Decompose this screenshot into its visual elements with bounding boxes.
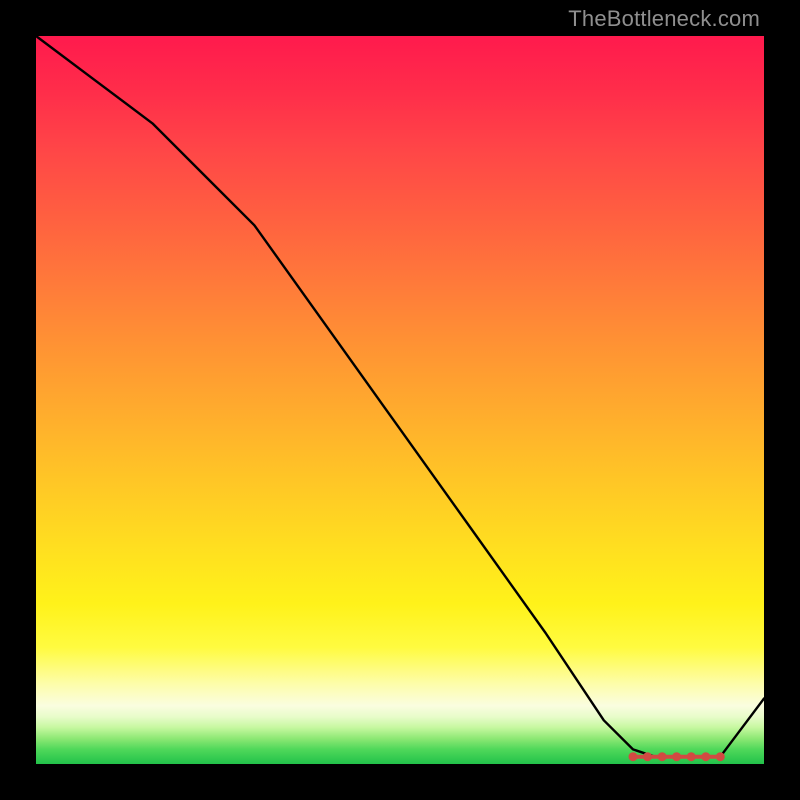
chart-stage: TheBottleneck.com [0,0,800,800]
chart-overlay [36,36,764,764]
bottleneck-curve [36,36,764,757]
watermark-text: TheBottleneck.com [568,6,760,32]
